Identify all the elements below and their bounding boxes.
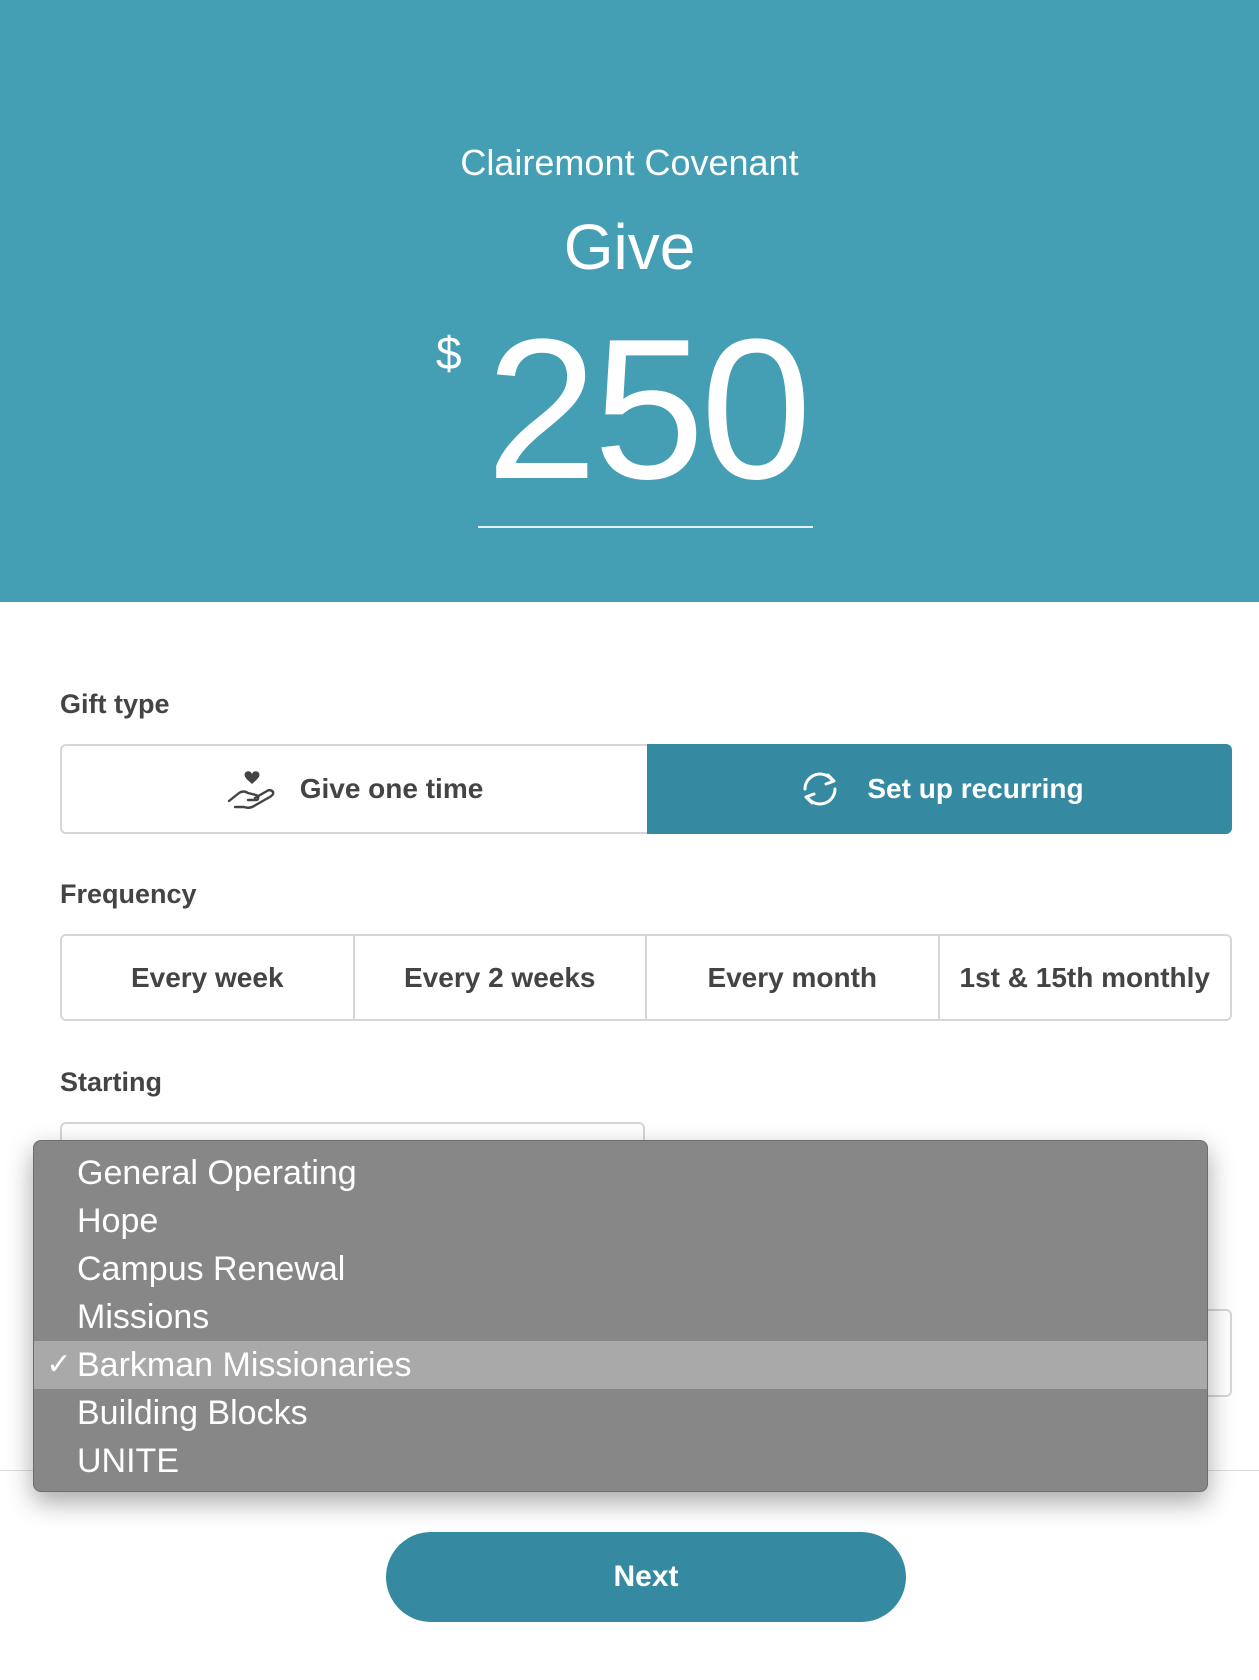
fund-option-general-operating[interactable]: General Operating [34, 1149, 1207, 1197]
page-title: Give [563, 211, 696, 283]
frequency-label: Frequency [60, 879, 197, 909]
frequency-every-2-weeks[interactable]: Every 2 weeks [354, 936, 647, 1019]
next-button[interactable]: Next [386, 1532, 906, 1622]
fund-option-missions[interactable]: Missions [34, 1293, 1207, 1341]
fund-option-barkman-missionaries[interactable]: ✓ Barkman Missionaries [34, 1341, 1207, 1389]
fund-dropdown-menu: General Operating Hope Campus Renewal Mi… [33, 1140, 1208, 1492]
set-up-recurring-label: Set up recurring [867, 773, 1084, 804]
currency-symbol: $ [436, 327, 462, 379]
frequency-1st-15th-monthly[interactable]: 1st & 15th monthly [939, 936, 1230, 1019]
set-up-recurring-button[interactable]: Set up recurring [647, 744, 1232, 834]
hand-heart-icon [226, 768, 278, 810]
fund-option-unite[interactable]: UNITE [34, 1437, 1207, 1485]
amount-input[interactable]: 250 [472, 310, 822, 510]
checkmark-icon: ✓ [46, 1348, 72, 1381]
gift-type-toggle: Give one time Set up recurring [60, 744, 1232, 834]
fund-option-hope[interactable]: Hope [34, 1197, 1207, 1245]
starting-label: Starting [60, 1067, 163, 1097]
header-banner: Clairemont Covenant Give $ 250 [0, 0, 1259, 602]
fund-option-label: Barkman Missionaries [77, 1346, 412, 1384]
frequency-every-week[interactable]: Every week [62, 936, 355, 1019]
amount-underline [478, 526, 813, 528]
frequency-every-month[interactable]: Every month [647, 936, 940, 1019]
fund-option-building-blocks[interactable]: Building Blocks [34, 1389, 1207, 1437]
fund-option-campus-renewal[interactable]: Campus Renewal [34, 1245, 1207, 1293]
frequency-options: Every week Every 2 weeks Every month 1st… [60, 934, 1232, 1021]
give-one-time-button[interactable]: Give one time [60, 744, 647, 834]
refresh-icon [795, 768, 845, 810]
gift-type-label: Gift type [60, 689, 170, 719]
organization-name: Clairemont Covenant [460, 142, 799, 183]
give-one-time-label: Give one time [299, 773, 484, 804]
